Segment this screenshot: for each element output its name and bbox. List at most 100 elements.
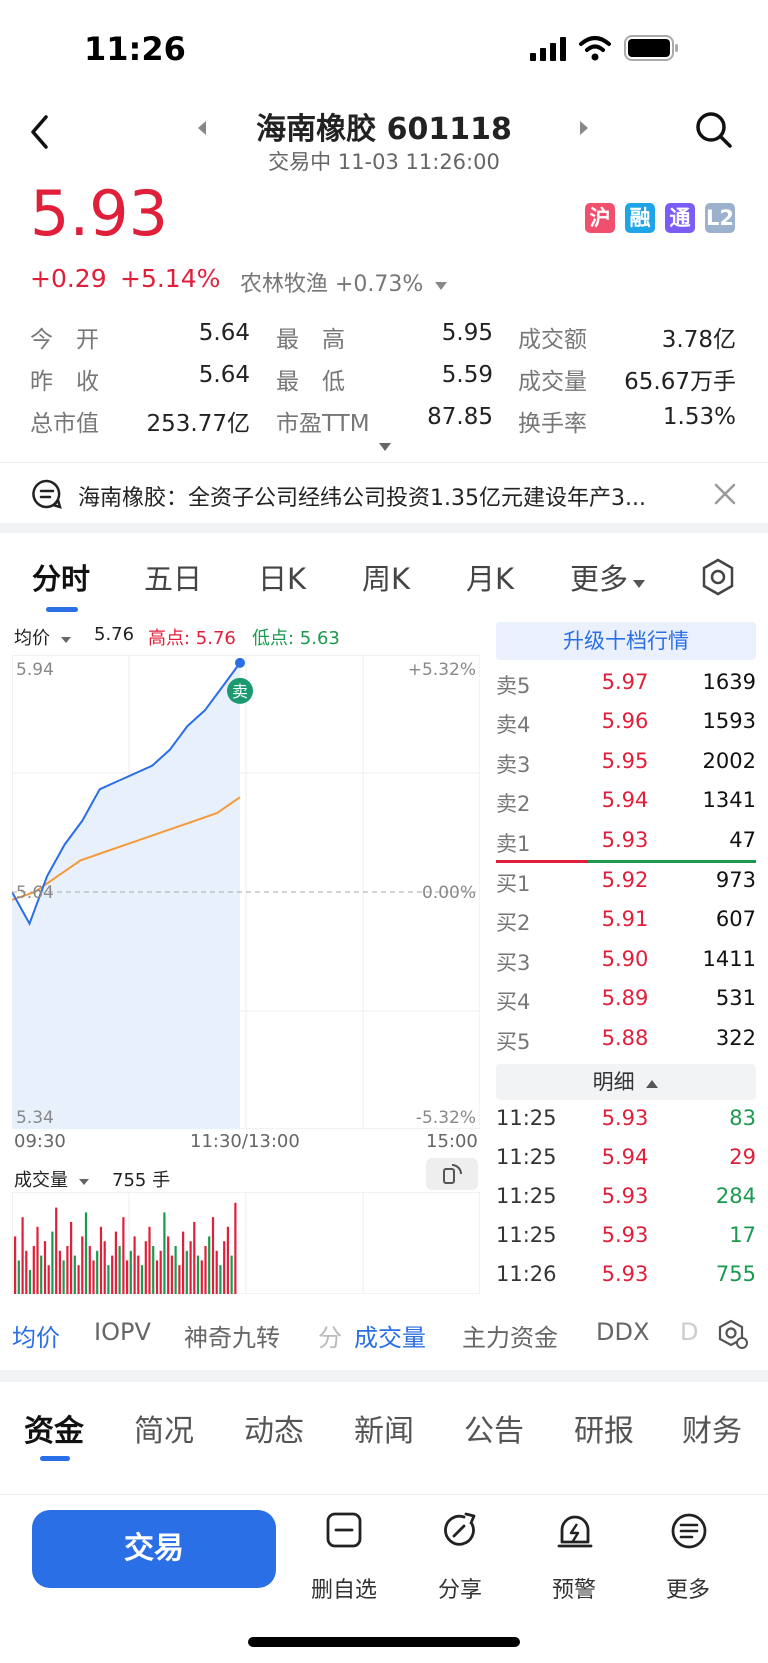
bid-volume: 322 (715, 1026, 756, 1050)
bid-price: 5.88 (601, 1026, 649, 1050)
trade-volume: 755 (715, 1262, 756, 1286)
intraday-chart[interactable]: 5.94 5.64 5.34 +5.32% 0.00% -5.32% 卖 (12, 655, 480, 1129)
ask-price: 5.96 (601, 709, 649, 733)
tab-funds[interactable]: 资金 (24, 1406, 84, 1450)
remove-watchlist-icon (326, 1512, 362, 1548)
trade-time: 11:25 (496, 1145, 557, 1169)
ask-volume: 1593 (702, 709, 756, 733)
tab-updates[interactable]: 动态 (244, 1406, 304, 1450)
volume-bar (193, 1222, 196, 1294)
upgrade-level2-button[interactable]: 升级十档行情 (496, 622, 756, 660)
indicator-avg[interactable]: 均价 (12, 1318, 60, 1353)
share-icon (444, 1512, 476, 1546)
tab-monthly-k[interactable]: 月K (466, 556, 514, 598)
sector-change[interactable]: 农林牧渔 +0.73% (240, 266, 448, 298)
volume-bar (25, 1250, 28, 1294)
indicator-settings-icon[interactable] (716, 1318, 750, 1350)
volume-bar (96, 1250, 99, 1294)
volume-bar (159, 1250, 162, 1294)
x-label-open: 09:30 (14, 1131, 66, 1152)
volume-selector[interactable]: 成交量 (14, 1166, 90, 1192)
wifi-icon (579, 36, 611, 61)
current-price: 5.93 (30, 177, 169, 250)
trade-row: 11:25 5.93 83 (496, 1102, 756, 1140)
trade-detail-header[interactable]: 明细 (496, 1064, 756, 1100)
settings-icon[interactable] (700, 558, 736, 596)
trade-row: 11:25 5.93 17 (496, 1219, 756, 1257)
ask-row: 卖4 5.96 1593 (496, 703, 756, 741)
trade-row: 11:25 5.93 284 (496, 1180, 756, 1218)
volume-bar (51, 1231, 54, 1294)
volume-bar (114, 1231, 117, 1294)
indicator-iopv[interactable]: IOPV (94, 1318, 151, 1346)
volume-bar (185, 1250, 188, 1294)
trading-status: 交易中 11-03 11:26:00 (268, 150, 500, 174)
tab-intraday[interactable]: 分时 (32, 556, 90, 598)
volume-bar (14, 1236, 17, 1294)
chart-high: 高点: 5.76 (148, 628, 236, 649)
stat-value: 5.64 (198, 362, 250, 388)
trade-time: 11:25 (496, 1223, 557, 1247)
tab-news[interactable]: 新闻 (354, 1406, 414, 1450)
sector-label: 农林牧渔 +0.73% (240, 272, 424, 297)
avg-label: 均价 (14, 628, 50, 649)
tab-overview[interactable]: 简况 (134, 1406, 194, 1450)
close-icon[interactable] (714, 483, 736, 505)
status-time: 11:26 (84, 30, 186, 68)
news-banner[interactable]: 海南橡胶：全资子公司经纬公司投资1.35亿元建设年产3... (0, 462, 768, 524)
ask-volume: 2002 (702, 749, 756, 773)
indicator-truncated-2[interactable]: D (680, 1318, 698, 1346)
trade-button[interactable]: 交易 (32, 1510, 276, 1588)
volume-bar (140, 1265, 144, 1294)
toggle-view-button[interactable] (426, 1158, 478, 1190)
trade-price: 5.93 (601, 1223, 649, 1247)
tab-weekly-k[interactable]: 周K (362, 556, 410, 598)
search-icon[interactable] (694, 110, 734, 150)
badge-connect: 通 (665, 203, 695, 233)
chevron-down-icon (633, 580, 646, 588)
status-bar: 11:26 (0, 0, 768, 100)
volume-bar (126, 1260, 129, 1294)
ask-price: 5.97 (601, 670, 649, 694)
price-change-pct: +5.14% (120, 264, 221, 293)
stat-label: 市盈TTM (276, 411, 370, 437)
volume-bar (211, 1217, 215, 1294)
stat-label: 最 低 (276, 369, 345, 395)
bid-row: 买5 5.88 322 (496, 1020, 756, 1058)
dropdown-icon (435, 282, 448, 290)
ask-label: 卖2 (496, 792, 531, 816)
volume-bar (144, 1241, 147, 1294)
volume-bar (196, 1255, 200, 1294)
tab-more[interactable]: 更多 (570, 556, 646, 598)
tab-financials[interactable]: 财务 (682, 1406, 742, 1450)
expand-stats-icon[interactable] (378, 442, 392, 452)
volume-bar (204, 1246, 207, 1294)
tab-five-day[interactable]: 五日 (144, 556, 202, 598)
indicator-main-funds[interactable]: 主力资金 (462, 1318, 558, 1353)
volume-chart (12, 1192, 480, 1294)
avg-price-selector[interactable]: 均价 (14, 624, 72, 650)
next-stock-icon[interactable] (578, 120, 590, 136)
more-icon (671, 1513, 707, 1549)
trade-volume: 29 (729, 1145, 756, 1169)
ask-label: 卖3 (496, 753, 531, 777)
indicator-truncated[interactable]: 分 (318, 1318, 342, 1353)
indicator-volume[interactable]: 成交量 (354, 1318, 426, 1353)
volume-bar (189, 1241, 192, 1294)
bid-label: 买3 (496, 951, 531, 975)
volume-bar (219, 1265, 222, 1294)
chevron-up-icon (646, 1080, 659, 1088)
volume-bar (152, 1246, 155, 1294)
tab-announcements[interactable]: 公告 (464, 1406, 524, 1450)
indicator-ddx[interactable]: DDX (596, 1318, 649, 1346)
active-tab-indicator (46, 607, 78, 612)
tab-daily-k[interactable]: 日K (258, 556, 306, 598)
bid-label: 买1 (496, 872, 531, 896)
bid-volume: 973 (715, 868, 756, 892)
trade-time: 11:25 (496, 1184, 557, 1208)
ask-price: 5.95 (601, 749, 649, 773)
bid-price: 5.91 (601, 907, 649, 931)
indicator-td9[interactable]: 神奇九转 (184, 1318, 280, 1353)
volume-bar (99, 1226, 103, 1294)
tab-research[interactable]: 研报 (574, 1406, 634, 1450)
